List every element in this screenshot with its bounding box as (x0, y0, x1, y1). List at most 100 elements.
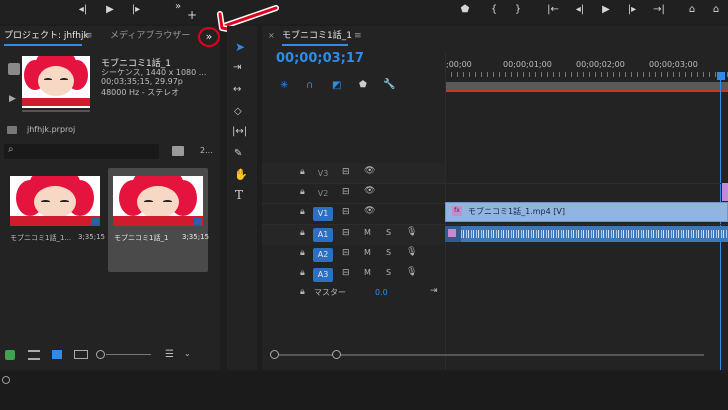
master-volume-value[interactable]: 0.0 (375, 288, 388, 297)
lock-icon[interactable]: 🔒︎ (300, 187, 305, 197)
close-tab-icon[interactable]: × (268, 26, 275, 46)
hand-tool-icon[interactable]: ✋ (234, 168, 248, 181)
tab-project[interactable]: プロジェクト: jhfhjk (4, 26, 89, 46)
play-thumbnail-icon[interactable]: ▶ (9, 94, 16, 104)
track-target-v3[interactable]: V3 (313, 167, 333, 181)
add-marker-icon[interactable]: ⬟ (359, 80, 367, 90)
in-point-icon[interactable]: { (486, 3, 502, 17)
project-item-selected[interactable]: モブニコミ1話_1 3;35;15 (108, 168, 209, 272)
track-target-v2[interactable]: V2 (313, 187, 333, 201)
eye-icon[interactable]: 👁︎ (364, 166, 375, 176)
track-target-a3[interactable]: A3 (313, 268, 333, 282)
step-back-icon[interactable]: ◂| (75, 3, 91, 17)
type-tool-icon[interactable]: T (235, 188, 243, 202)
selection-tool-icon[interactable]: ➤ (235, 40, 245, 54)
poster-frame-icon[interactable] (8, 63, 20, 75)
icon-view-icon[interactable] (52, 350, 62, 359)
clip-info-line-3: 48000 Hz - ステレオ (101, 88, 180, 97)
writable-toggle-icon[interactable] (5, 350, 15, 360)
out-point-icon[interactable]: } (510, 3, 526, 17)
video-clip[interactable]: fx モブニコミ1話_1.mp4 [V] (445, 202, 728, 222)
step-back-icon-2[interactable]: ◂| (572, 3, 588, 17)
solo-button[interactable]: S (386, 228, 391, 237)
zoom-slider-handle[interactable] (96, 350, 105, 359)
linked-selection-icon[interactable]: ◩ (332, 80, 341, 91)
timeline-zoom-handle-right[interactable] (332, 350, 341, 359)
freeform-view-icon[interactable] (74, 350, 88, 359)
lock-icon[interactable]: 🔒︎ (300, 167, 305, 177)
track-header-a3: 🔒︎ A3 ⊟ M S 🎙︎ (262, 265, 445, 285)
microphone-icon[interactable]: 🎙︎ (406, 227, 417, 237)
lock-icon[interactable]: 🔒︎ (300, 248, 305, 258)
sync-lock-icon[interactable]: ⊟ (342, 167, 350, 177)
search-input[interactable]: ⌕ (4, 144, 159, 159)
track-target-a2[interactable]: A2 (313, 248, 333, 262)
go-to-end-icon[interactable]: ⇥ (430, 286, 438, 296)
step-forward-icon[interactable]: |▸ (128, 3, 144, 17)
snap-icon[interactable]: ∩ (306, 80, 313, 91)
solo-button[interactable]: S (386, 268, 391, 277)
clip-preview-thumbnail[interactable] (22, 56, 90, 108)
audio-clip[interactable] (445, 226, 728, 242)
mute-button[interactable]: M (364, 228, 371, 237)
lock-icon[interactable]: 🔒︎ (300, 207, 305, 217)
sync-lock-icon[interactable]: ⊟ (342, 268, 350, 278)
pen-tool-icon[interactable]: ✎ (234, 148, 242, 159)
ruler-label: 00;00;01;00 (503, 60, 552, 69)
sync-lock-icon[interactable]: ⊟ (342, 248, 350, 258)
item-duration: 3;35;15 (182, 233, 209, 241)
step-forward-icon-2[interactable]: |▸ (624, 3, 640, 17)
chevron-down-icon[interactable]: ⌄ (184, 349, 191, 358)
thumbnail-scrubber[interactable] (22, 110, 90, 112)
track-target-a1[interactable]: A1 (313, 228, 333, 242)
track-target-v1[interactable]: V1 (313, 207, 333, 221)
slip-tool-icon[interactable]: |↔| (232, 126, 247, 137)
sync-lock-icon[interactable]: ⊟ (342, 187, 350, 197)
lock-icon[interactable]: 🔒︎ (300, 268, 305, 278)
marker-icon[interactable]: ⬟ (457, 3, 473, 17)
tab-media-browser[interactable]: メディアブラウザー (110, 26, 190, 46)
lock-icon[interactable]: 🔒︎ (300, 228, 305, 238)
microphone-icon[interactable]: 🎙︎ (406, 267, 417, 277)
list-view-icon[interactable] (28, 350, 40, 360)
master-label: マスター (314, 288, 346, 297)
mute-button[interactable]: M (364, 268, 371, 277)
nest-toggle-icon[interactable]: ✳ (280, 80, 288, 91)
lock-icon[interactable]: 🔒︎ (300, 287, 305, 297)
solo-button[interactable]: S (386, 248, 391, 257)
status-bar (0, 372, 728, 410)
track-header-v1: 🔒︎ V1 ⊟ 👁︎ (262, 204, 445, 224)
go-to-out-icon[interactable]: →| (651, 3, 667, 17)
microphone-icon[interactable]: 🎙︎ (406, 247, 417, 257)
lift-icon[interactable]: ⌂ (684, 3, 700, 17)
sync-lock-icon[interactable]: ⊟ (342, 207, 350, 217)
playhead-timecode[interactable]: 00;00;03;17 (276, 51, 364, 66)
new-bin-icon[interactable] (172, 146, 184, 156)
project-file-name: jhfhjk.prproj (27, 125, 76, 134)
razor-tool-icon[interactable]: ◇ (234, 106, 242, 117)
clip-edge-v2[interactable] (722, 183, 728, 201)
eye-icon[interactable]: 👁︎ (364, 206, 375, 216)
eye-icon[interactable]: 👁︎ (364, 186, 375, 196)
timeline-zoom-handle-left[interactable] (270, 350, 279, 359)
go-to-in-icon[interactable]: |← (545, 3, 561, 17)
extract-icon[interactable]: ⌂ (708, 3, 724, 17)
mute-button[interactable]: M (364, 248, 371, 257)
tab-sequence-menu[interactable]: ≡ (354, 26, 362, 46)
sort-icon[interactable]: ☰ (165, 349, 174, 360)
active-tab-underline (4, 44, 82, 46)
play-icon-2[interactable]: ▶ (598, 3, 614, 17)
audio-waveform (461, 230, 728, 238)
track-select-tool-icon[interactable]: ⇥ (233, 62, 241, 73)
item-count: 2... (200, 146, 213, 155)
tab-sequence[interactable]: モブニコミ1話_1 (282, 26, 352, 46)
play-icon[interactable]: ▶ (102, 3, 118, 17)
tab-project-menu[interactable]: ≡ (85, 26, 93, 46)
playhead-handle[interactable] (717, 72, 725, 80)
timeline-settings-icon[interactable]: 🔧 (383, 79, 395, 90)
sync-lock-icon[interactable]: ⊟ (342, 228, 350, 238)
zoom-slider[interactable] (106, 354, 151, 355)
add-button[interactable]: + (184, 8, 200, 22)
project-item[interactable]: モブニコミ1話_1... 3;35;15 (6, 170, 105, 260)
ripple-edit-tool-icon[interactable]: ↔ (233, 84, 241, 95)
